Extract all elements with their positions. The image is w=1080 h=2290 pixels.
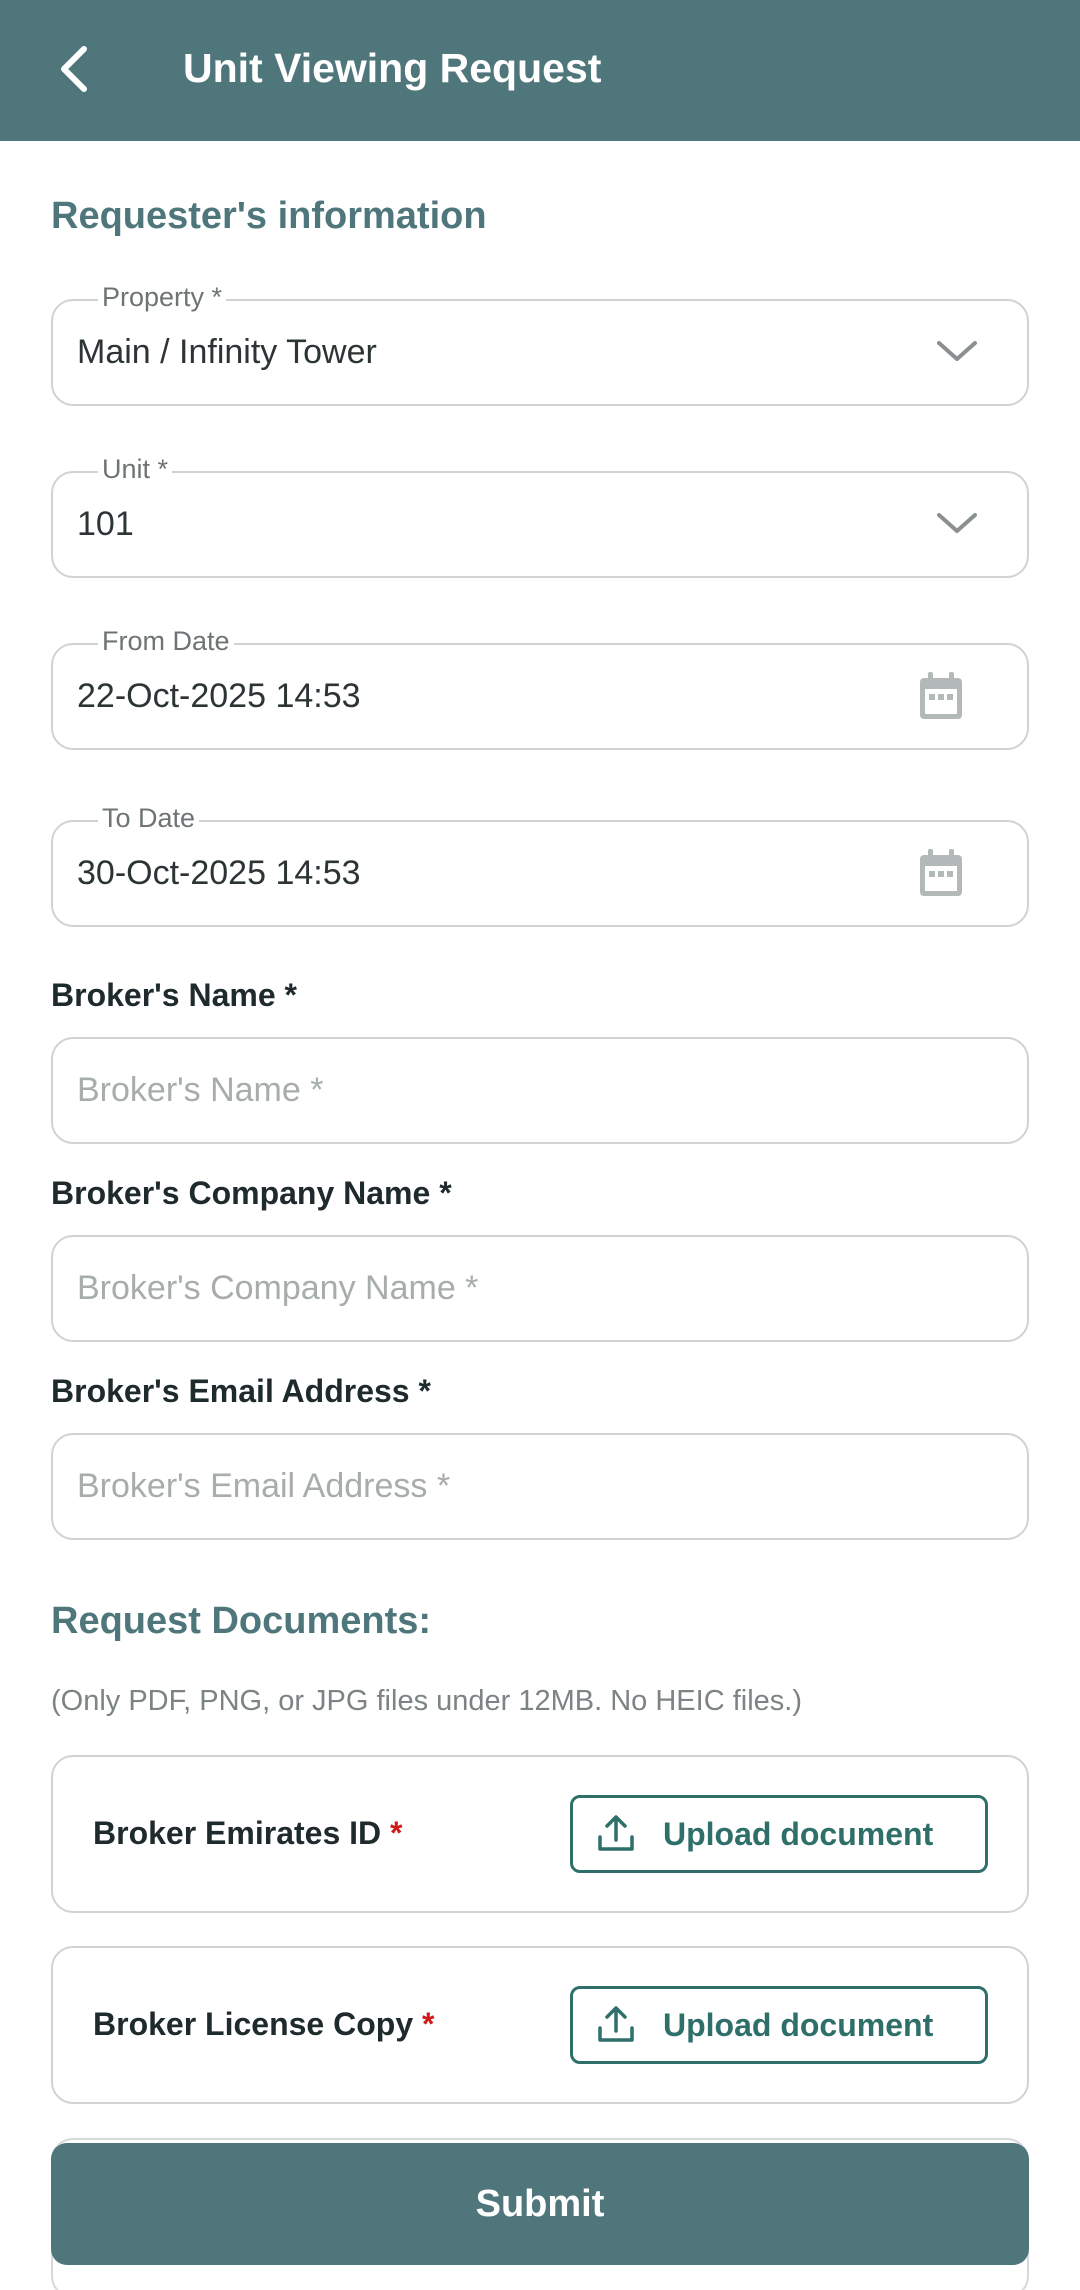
document-label: Broker License Copy * <box>93 1948 434 2101</box>
broker-company-label: Broker's Company Name * <box>51 1175 452 1211</box>
from-date-field[interactable]: From Date 22-Oct-2025 14:53 <box>51 623 1029 750</box>
document-name: Broker License Copy <box>93 2006 414 2042</box>
documents-note: (Only PDF, PNG, or JPG files under 12MB.… <box>51 1685 802 1717</box>
back-button[interactable] <box>44 36 104 102</box>
upload-button-label: Upload document <box>663 2006 934 2043</box>
broker-email-input[interactable]: Broker's Email Address * <box>51 1433 1029 1540</box>
submit-button[interactable]: Submit <box>51 2143 1029 2265</box>
calendar-icon[interactable] <box>917 645 965 747</box>
upload-icon <box>595 2004 637 2046</box>
required-mark: * <box>390 1815 403 1851</box>
chevron-down-icon <box>935 473 979 575</box>
upload-button-label: Upload document <box>663 1815 934 1852</box>
chevron-down-icon <box>935 301 979 403</box>
property-dropdown[interactable]: Property * Main / Infinity Tower <box>51 279 1029 406</box>
broker-name-placeholder: Broker's Name * <box>77 1071 324 1109</box>
document-name: Broker Emirates ID <box>93 1815 382 1851</box>
upload-document-button[interactable]: Upload document <box>570 1795 988 1873</box>
submit-button-label: Submit <box>475 2182 605 2225</box>
calendar-icon[interactable] <box>917 822 965 924</box>
document-card-license-copy: Broker License Copy * Upload document <box>51 1946 1029 2104</box>
document-card-emirates-id: Broker Emirates ID * Upload document <box>51 1755 1029 1913</box>
broker-email-placeholder: Broker's Email Address * <box>77 1467 451 1505</box>
broker-name-input[interactable]: Broker's Name * <box>51 1037 1029 1144</box>
required-mark: * <box>422 2006 435 2042</box>
to-date-field[interactable]: To Date 30-Oct-2025 14:53 <box>51 800 1029 927</box>
requester-section-title: Requester's information <box>51 195 487 237</box>
broker-email-label: Broker's Email Address * <box>51 1373 431 1409</box>
unit-dropdown[interactable]: Unit * 101 <box>51 451 1029 578</box>
documents-section-title: Request Documents: <box>51 1600 432 1642</box>
property-value: Main / Infinity Tower <box>77 333 377 371</box>
page-title: Unit Viewing Request <box>183 45 602 91</box>
unit-value: 101 <box>77 505 134 543</box>
broker-company-placeholder: Broker's Company Name * <box>77 1269 479 1307</box>
upload-icon <box>595 1813 637 1855</box>
broker-company-input[interactable]: Broker's Company Name * <box>51 1235 1029 1342</box>
document-label: Broker Emirates ID * <box>93 1757 402 1910</box>
broker-name-label: Broker's Name * <box>51 977 297 1013</box>
chevron-left-icon <box>61 46 87 92</box>
to-date-value: 30-Oct-2025 14:53 <box>77 854 361 892</box>
from-date-value: 22-Oct-2025 14:53 <box>77 677 361 715</box>
upload-document-button[interactable]: Upload document <box>570 1986 988 2064</box>
app-bar: Unit Viewing Request <box>0 0 1080 141</box>
